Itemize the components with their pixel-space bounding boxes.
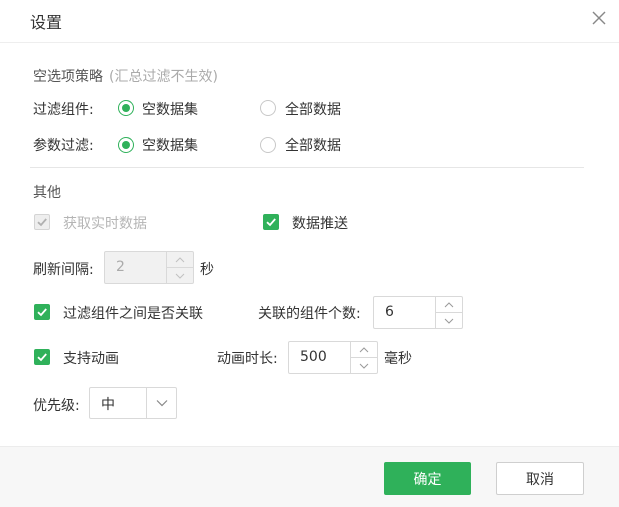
priority-select[interactable]: 中	[89, 387, 177, 419]
dialog-title: 设置	[30, 13, 63, 32]
animation-label: 支持动画	[63, 351, 119, 367]
check-icon	[37, 308, 47, 317]
empty-strategy-heading: 空选项策略 (汇总过滤不生效)	[33, 66, 218, 86]
param-filter-option-all[interactable]: 全部数据	[285, 135, 341, 155]
param-filter-label: 参数过滤:	[33, 138, 94, 154]
animation-duration-increment[interactable]	[351, 342, 377, 358]
chevron-up-icon	[359, 346, 369, 352]
chevron-up-icon	[444, 301, 454, 307]
animation-duration-stepper[interactable]: 500	[288, 341, 378, 374]
priority-value: 中	[101, 397, 115, 413]
data-push-label: 数据推送	[292, 216, 348, 232]
chevron-up-icon	[175, 256, 185, 262]
check-icon	[266, 218, 276, 227]
priority-label: 优先级:	[33, 398, 80, 414]
chevron-down-icon	[175, 273, 185, 279]
refresh-interval-unit: 秒	[200, 262, 214, 278]
close-icon[interactable]	[590, 9, 608, 27]
linked-count-decrement[interactable]	[436, 313, 462, 328]
filter-link-checkbox[interactable]	[34, 304, 50, 320]
filter-component-option-all[interactable]: 全部数据	[285, 99, 341, 119]
chevron-down-icon	[359, 363, 369, 369]
linked-count-increment[interactable]	[436, 297, 462, 313]
filter-component-option-empty[interactable]: 空数据集	[142, 99, 198, 119]
priority-dropdown-toggle[interactable]	[146, 388, 176, 418]
filter-link-label: 过滤组件之间是否关联	[63, 306, 203, 322]
animation-duration-value: 500	[300, 349, 327, 365]
section-divider	[30, 167, 584, 168]
refresh-interval-arrows	[166, 252, 193, 283]
settings-dialog: 设置 空选项策略 (汇总过滤不生效) 过滤组件: 空数据集 全部数据 参数过滤: …	[0, 0, 619, 507]
other-heading: 其他	[33, 185, 61, 201]
animation-duration-decrement[interactable]	[351, 358, 377, 373]
refresh-decrement[interactable]	[167, 268, 193, 283]
param-filter-radio-all[interactable]	[260, 137, 276, 153]
linked-count-label: 关联的组件个数:	[258, 306, 361, 322]
filter-component-radio-empty[interactable]	[118, 100, 134, 116]
animation-checkbox[interactable]	[34, 349, 50, 365]
param-filter-radio-empty[interactable]	[118, 137, 134, 153]
empty-strategy-hint: (汇总过滤不生效)	[109, 69, 218, 85]
cancel-button[interactable]: 取消	[496, 462, 584, 495]
linked-count-value: 6	[385, 304, 394, 320]
ok-button[interactable]: 确定	[384, 462, 471, 495]
chevron-down-icon	[156, 400, 167, 407]
linked-count-arrows	[435, 297, 462, 328]
refresh-interval-stepper[interactable]: 2	[104, 251, 194, 284]
linked-count-stepper[interactable]: 6	[373, 296, 463, 329]
param-filter-option-empty[interactable]: 空数据集	[142, 135, 198, 155]
realtime-data-checkbox[interactable]	[34, 214, 50, 230]
check-icon	[37, 218, 47, 227]
animation-duration-unit: 毫秒	[384, 351, 412, 367]
dialog-header: 设置	[0, 0, 619, 43]
animation-duration-arrows	[350, 342, 377, 373]
refresh-increment[interactable]	[167, 252, 193, 268]
filter-component-radio-all[interactable]	[260, 100, 276, 116]
chevron-down-icon	[444, 318, 454, 324]
empty-strategy-label: 空选项策略	[33, 69, 103, 85]
realtime-data-label: 获取实时数据	[63, 216, 147, 232]
check-icon	[37, 353, 47, 362]
refresh-interval-label: 刷新间隔:	[33, 262, 94, 278]
filter-component-label: 过滤组件:	[33, 102, 94, 118]
animation-duration-label: 动画时长:	[217, 351, 278, 367]
data-push-checkbox[interactable]	[263, 214, 279, 230]
refresh-interval-value: 2	[116, 259, 125, 275]
